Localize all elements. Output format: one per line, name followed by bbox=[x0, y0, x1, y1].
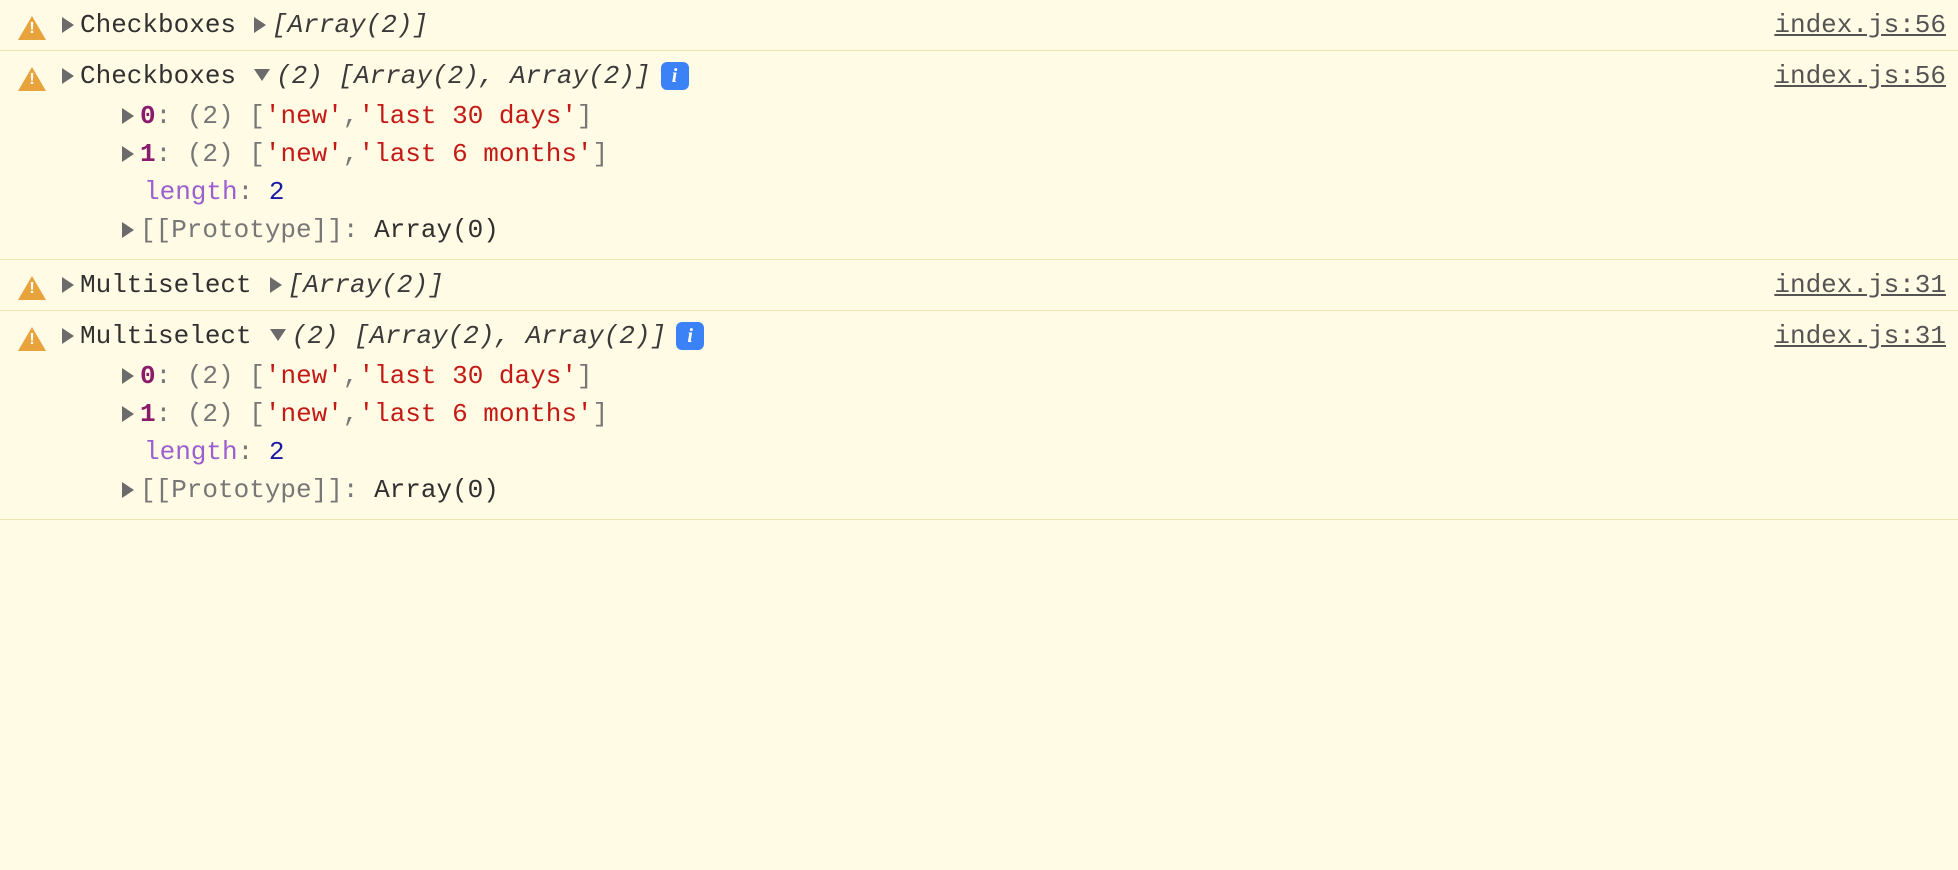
summary-count: (2) bbox=[276, 61, 323, 91]
log-label: Checkboxes bbox=[80, 61, 236, 91]
object-summary[interactable]: [Array(2)] bbox=[272, 10, 428, 40]
expand-toggle[interactable] bbox=[270, 277, 282, 293]
prop-value: 2 bbox=[269, 437, 285, 467]
expand-toggle[interactable] bbox=[62, 17, 74, 33]
item-index: 1 bbox=[140, 399, 156, 429]
collapse-toggle[interactable] bbox=[270, 329, 286, 341]
source-link[interactable]: index.js:56 bbox=[1774, 10, 1946, 40]
warning-icon bbox=[18, 327, 46, 351]
log-label: Checkboxes bbox=[80, 10, 236, 40]
console-entry: Multiselect (2) [Array(2), Array(2)] i 0… bbox=[0, 310, 1958, 520]
expand-toggle[interactable] bbox=[254, 17, 266, 33]
message: Checkboxes [Array(2)] bbox=[62, 10, 1754, 40]
expand-toggle[interactable] bbox=[122, 222, 134, 238]
object-summary[interactable]: (2) [Array(2), Array(2)] bbox=[276, 61, 650, 91]
expanded-children: 0: (2) ['new', 'last 30 days'] 1: (2) ['… bbox=[62, 97, 1754, 249]
console-entry: Multiselect [Array(2)] index.js:31 bbox=[0, 259, 1958, 311]
array-item[interactable]: 0: (2) ['new', 'last 30 days'] bbox=[62, 97, 1754, 135]
prop-value: Array(0) bbox=[374, 475, 499, 505]
info-icon[interactable]: i bbox=[676, 322, 704, 350]
item-index: 0 bbox=[140, 361, 156, 391]
item-count: (2) bbox=[187, 139, 234, 169]
source-link[interactable]: index.js:31 bbox=[1774, 270, 1946, 300]
source-link[interactable]: index.js:31 bbox=[1774, 321, 1946, 351]
prototype-property[interactable]: [[Prototype]]: Array(0) bbox=[62, 471, 1754, 509]
prop-value: Array(0) bbox=[374, 215, 499, 245]
item-count: (2) bbox=[187, 101, 234, 131]
object-summary[interactable]: [Array(2)] bbox=[288, 270, 444, 300]
expand-toggle[interactable] bbox=[62, 328, 74, 344]
prop-name: [[Prototype]] bbox=[140, 475, 343, 505]
prop-name: length bbox=[144, 437, 238, 467]
item-index: 1 bbox=[140, 139, 156, 169]
expand-toggle[interactable] bbox=[122, 406, 134, 422]
collapse-toggle[interactable] bbox=[254, 69, 270, 81]
item-count: (2) bbox=[187, 399, 234, 429]
message: Multiselect (2) [Array(2), Array(2)] i 0… bbox=[62, 321, 1754, 509]
object-summary[interactable]: (2) [Array(2), Array(2)] bbox=[292, 321, 666, 351]
array-item[interactable]: 1: (2) ['new', 'last 6 months'] bbox=[62, 135, 1754, 173]
array-item[interactable]: 1: (2) ['new', 'last 6 months'] bbox=[62, 395, 1754, 433]
expand-toggle[interactable] bbox=[62, 277, 74, 293]
warning-icon bbox=[18, 276, 46, 300]
expanded-children: 0: (2) ['new', 'last 30 days'] 1: (2) ['… bbox=[62, 357, 1754, 509]
expand-toggle[interactable] bbox=[122, 482, 134, 498]
item-index: 0 bbox=[140, 101, 156, 131]
summary-count: (2) bbox=[292, 321, 339, 351]
warning-icon bbox=[18, 67, 46, 91]
warning-icon bbox=[18, 16, 46, 40]
expand-toggle[interactable] bbox=[62, 68, 74, 84]
log-label: Multiselect bbox=[80, 321, 252, 351]
message: Multiselect [Array(2)] bbox=[62, 270, 1754, 300]
expand-toggle[interactable] bbox=[122, 108, 134, 124]
prototype-property[interactable]: [[Prototype]]: Array(0) bbox=[62, 211, 1754, 249]
log-label: Multiselect bbox=[80, 270, 252, 300]
length-property: length: 2 bbox=[62, 433, 1754, 471]
console-entry: Checkboxes (2) [Array(2), Array(2)] i 0:… bbox=[0, 50, 1958, 260]
prop-name: length bbox=[144, 177, 238, 207]
length-property: length: 2 bbox=[62, 173, 1754, 211]
message: Checkboxes (2) [Array(2), Array(2)] i 0:… bbox=[62, 61, 1754, 249]
summary-body: [Array(2), Array(2)] bbox=[338, 61, 650, 91]
array-item[interactable]: 0: (2) ['new', 'last 30 days'] bbox=[62, 357, 1754, 395]
prop-value: 2 bbox=[269, 177, 285, 207]
summary-body: [Array(2), Array(2)] bbox=[354, 321, 666, 351]
info-icon[interactable]: i bbox=[661, 62, 689, 90]
console-entry: Checkboxes [Array(2)] index.js:56 bbox=[0, 0, 1958, 51]
expand-toggle[interactable] bbox=[122, 368, 134, 384]
item-count: (2) bbox=[187, 361, 234, 391]
prop-name: [[Prototype]] bbox=[140, 215, 343, 245]
source-link[interactable]: index.js:56 bbox=[1774, 61, 1946, 91]
expand-toggle[interactable] bbox=[122, 146, 134, 162]
